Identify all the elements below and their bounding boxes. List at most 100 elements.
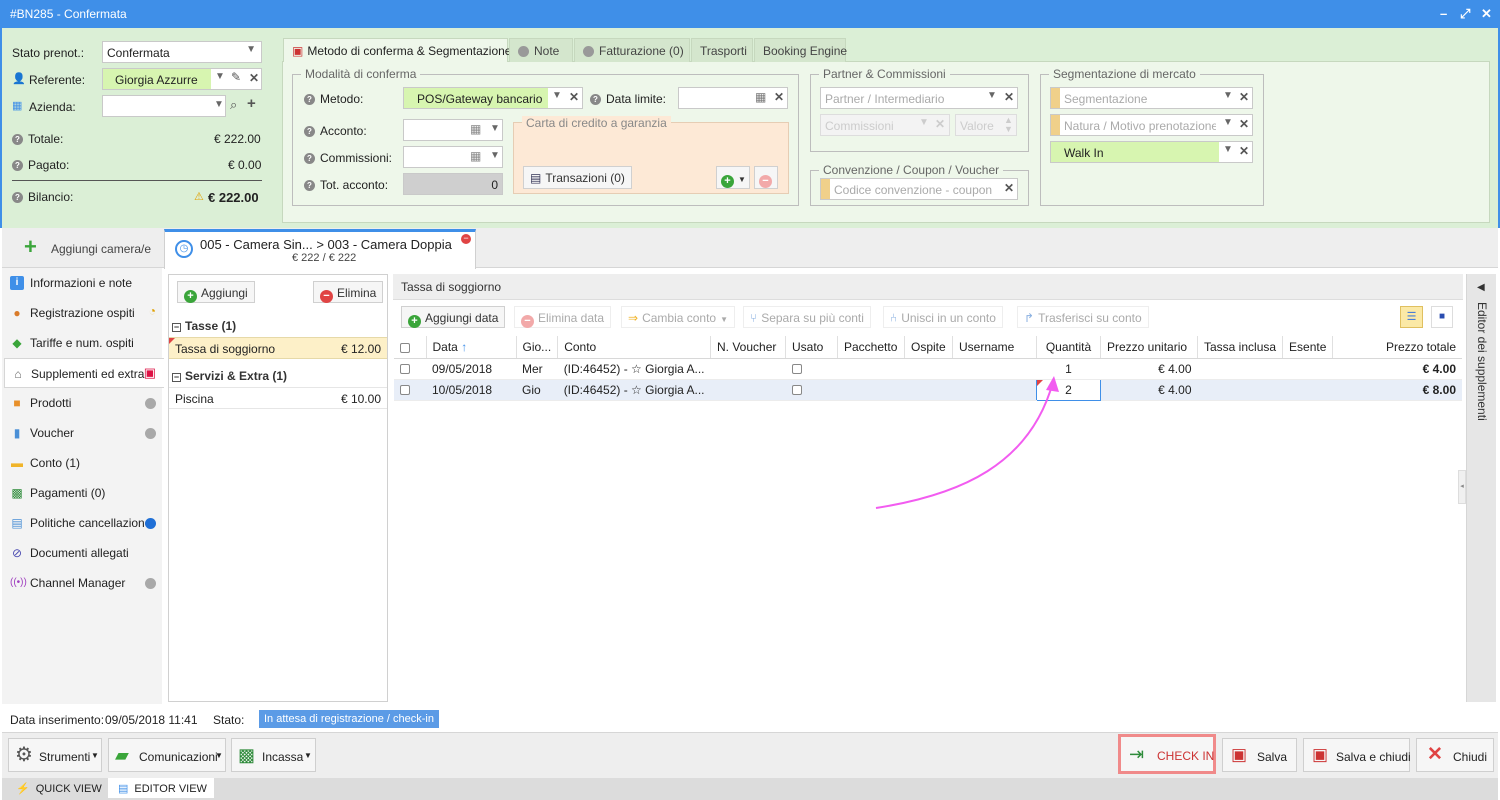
nav-prodotti[interactable]: ■ Prodotti xyxy=(4,388,162,418)
select-all-checkbox[interactable] xyxy=(400,342,410,353)
calculator-icon[interactable]: ▦ xyxy=(470,149,481,163)
cell-usato[interactable] xyxy=(785,379,838,401)
col-conto[interactable]: Conto xyxy=(557,336,711,359)
col-voucher[interactable]: N. Voucher xyxy=(710,336,786,359)
cambia-conto-button[interactable]: ⇒ Cambia conto ▼ xyxy=(621,306,736,328)
col-username[interactable]: Username xyxy=(952,336,1037,359)
commissioni-partner-select[interactable]: Commissioni ▼ ✕ xyxy=(820,114,950,136)
trasferisci-button[interactable]: ↱ Trasferisci su conto xyxy=(1017,306,1149,328)
salva-button[interactable]: ▣ Salva xyxy=(1222,738,1297,772)
unisci-button[interactable]: ⑃ Unisci in un conto xyxy=(883,306,1003,328)
col-pacchetto[interactable]: Pacchetto xyxy=(837,336,905,359)
add-card-button[interactable]: + ▼ xyxy=(716,166,750,189)
chevron-down-icon[interactable]: ▼ xyxy=(490,150,500,161)
select-all-header[interactable] xyxy=(394,336,427,359)
calculator-icon[interactable]: ▦ xyxy=(470,122,481,136)
transazioni-button[interactable]: ▤ Transazioni (0) xyxy=(523,166,632,189)
checkin-button[interactable]: ⇥ CHECK IN xyxy=(1118,734,1216,774)
chevron-down-icon[interactable]: ▼ xyxy=(1223,90,1233,101)
minimize-icon[interactable]: – xyxy=(1440,6,1447,21)
commissioni-input[interactable]: ▦ ▼ xyxy=(403,146,503,168)
separa-button[interactable]: ⑂ Separa su più conti xyxy=(743,306,871,328)
row-select[interactable] xyxy=(394,358,426,380)
side-panel-collapsed[interactable]: ◀ Editor dei supplementi xyxy=(1466,274,1496,702)
tab-metodo-conferma[interactable]: ▣ Metodo di conferma & Segmentazione xyxy=(283,38,511,62)
natura-select[interactable]: Natura / Motivo prenotazione ▼ ✕ xyxy=(1050,114,1253,136)
chevron-down-icon[interactable]: ▼ xyxy=(1223,144,1233,155)
referente-field[interactable]: Giorgia Azzurre ▼ ✎ ✕ xyxy=(102,68,262,90)
convenzione-input[interactable]: Codice convenzione - coupon ✕ xyxy=(820,178,1018,200)
col-ospite[interactable]: Ospite xyxy=(904,336,953,359)
canale-select[interactable]: Walk In ▼ ✕ xyxy=(1050,141,1253,163)
chevron-down-icon[interactable]: ▼ xyxy=(490,123,500,134)
col-data[interactable]: Data ↑ xyxy=(426,336,517,359)
col-usato[interactable]: Usato xyxy=(785,336,838,359)
chevron-down-icon[interactable]: ▼ xyxy=(214,99,224,110)
remove-card-button[interactable]: − xyxy=(754,166,778,189)
row-select[interactable] xyxy=(394,379,426,401)
valore-input[interactable]: Valore ▲ ▼ xyxy=(955,114,1017,136)
extras-row-tassa[interactable]: Tassa di soggiorno € 12.00 xyxy=(169,337,387,359)
incassa-button[interactable]: ▩ Incassa ▼ xyxy=(231,738,316,772)
remove-room-icon[interactable]: − xyxy=(461,234,471,244)
nav-supplementi[interactable]: ⌂ Supplementi ed extra ▣ xyxy=(4,358,164,388)
close-window-icon[interactable]: ✕ xyxy=(1481,6,1492,22)
expand-left-icon[interactable]: ◀ xyxy=(1477,282,1485,293)
segmentazione-select[interactable]: Segmentazione ▼ ✕ xyxy=(1050,87,1253,109)
azienda-input[interactable] xyxy=(102,95,226,117)
clear-icon[interactable]: ✕ xyxy=(249,71,259,85)
azienda-field[interactable]: ▼ ⌕ + xyxy=(102,95,262,117)
aggiungi-data-button[interactable]: + Aggiungi data xyxy=(401,306,506,328)
tab-booking-engine[interactable]: Booking Engine xyxy=(754,38,847,62)
usato-checkbox[interactable] xyxy=(791,385,802,396)
tab-note[interactable]: Note xyxy=(509,38,573,62)
extras-row-piscina[interactable]: Piscina € 10.00 xyxy=(169,387,387,409)
col-esente[interactable]: Esente xyxy=(1282,336,1334,359)
elimina-data-button[interactable]: − Elimina data xyxy=(514,306,612,328)
col-prezzo-unitario[interactable]: Prezzo unitario xyxy=(1100,336,1198,359)
nav-documenti[interactable]: ⊘ Documenti allegati xyxy=(4,538,162,568)
list-view-icon[interactable]: ☰ xyxy=(1400,306,1423,328)
tab-editor-view[interactable]: ▤ EDITOR VIEW xyxy=(108,778,214,798)
group-servizi[interactable]: − Servizi & Extra (1) xyxy=(172,369,287,383)
chevron-down-icon[interactable]: ▼ xyxy=(552,90,562,101)
splitter-handle[interactable]: ◂ xyxy=(1458,470,1466,504)
clear-icon[interactable]: ✕ xyxy=(774,90,784,104)
chevron-down-icon[interactable]: ▼ xyxy=(987,90,997,101)
clear-icon[interactable]: ✕ xyxy=(1239,144,1249,158)
nav-voucher[interactable]: ▮ Voucher xyxy=(4,418,162,448)
acconto-input[interactable]: ▦ ▼ xyxy=(403,119,503,141)
metodo-select[interactable]: POS/Gateway bancario ▼ ✕ xyxy=(403,87,583,109)
elimina-button[interactable]: − Elimina xyxy=(313,281,384,303)
pencil-icon[interactable]: ✎ xyxy=(231,70,241,84)
salva-chiudi-button[interactable]: ▣ Salva e chiudi xyxy=(1303,738,1411,772)
clear-icon[interactable]: ✕ xyxy=(935,117,945,131)
clear-icon[interactable]: ✕ xyxy=(1004,181,1014,195)
col-quantita[interactable]: Quantità xyxy=(1036,336,1101,359)
search-icon[interactable]: ⌕ xyxy=(230,97,237,113)
row-checkbox[interactable] xyxy=(400,385,410,396)
nav-conto[interactable]: ▬ Conto (1) xyxy=(4,448,162,478)
usato-checkbox[interactable] xyxy=(791,364,802,375)
partner-select[interactable]: Partner / Intermediario ▼ ✕ xyxy=(820,87,1018,109)
data-limite-input[interactable]: ▦ ✕ xyxy=(678,87,788,109)
group-tasse[interactable]: − Tasse (1) xyxy=(172,319,236,333)
spinner-icon[interactable]: ▲ ▼ xyxy=(1004,116,1013,134)
add-icon[interactable]: + xyxy=(247,95,256,112)
nav-pagamenti[interactable]: ▩ Pagamenti (0) xyxy=(4,478,162,508)
nav-informazioni[interactable]: i Informazioni e note xyxy=(4,268,162,298)
clear-icon[interactable]: ✕ xyxy=(569,90,579,104)
grid-view-icon[interactable]: ■ xyxy=(1431,306,1453,328)
clear-icon[interactable]: ✕ xyxy=(1239,117,1249,131)
col-giorno[interactable]: Gio... xyxy=(516,336,559,359)
strumenti-button[interactable]: ⚙ Strumenti ▼ xyxy=(8,738,102,772)
chevron-down-icon[interactable]: ▼ xyxy=(1223,117,1233,128)
aggiungi-button[interactable]: + Aggiungi xyxy=(177,281,255,303)
maximize-icon[interactable]: ⤢ xyxy=(1460,6,1470,22)
clear-icon[interactable]: ✕ xyxy=(1239,90,1249,104)
cell-usato[interactable] xyxy=(785,358,838,380)
comunicazioni-button[interactable]: ▰ Comunicazioni ▼ xyxy=(108,738,226,772)
tab-trasporti[interactable]: Trasporti xyxy=(691,38,753,62)
col-tassa-inclusa[interactable]: Tassa inclusa xyxy=(1197,336,1284,359)
chiudi-button[interactable]: ✕ Chiudi xyxy=(1416,738,1494,772)
